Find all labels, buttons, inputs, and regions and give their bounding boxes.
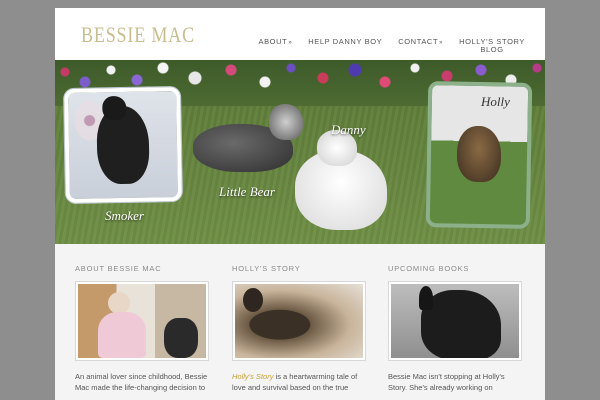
nav-item-hollys-story-blog[interactable]: HOLLY'S STORY BLOG	[459, 38, 525, 54]
nav-item-blog-label: BLOG	[480, 45, 504, 54]
little-bear-label: Little Bear	[219, 184, 275, 199]
hero-banner: Smoker Little Bear Danny Holly	[55, 60, 545, 244]
upcoming-books-dog	[421, 290, 501, 358]
holly-closeup-photo[interactable]	[232, 281, 366, 361]
column-about-text: An animal lover since childhood, Bessie …	[75, 372, 208, 392]
bessie-mac-body	[98, 312, 146, 358]
nav-item-contact[interactable]: CONTACT»	[398, 38, 443, 54]
column-hollys-story-title: HOLLY'S STORY	[232, 264, 301, 273]
column-hollys-story: HOLLY'S STORY Holly's Story is a heartwa…	[232, 264, 366, 393]
column-hollys-story-text: Holly's Story is a heartwarming tale of …	[232, 371, 366, 393]
nav-item-help-danny-boy-label: HELP DANNY BOY	[308, 37, 383, 46]
bessie-mac-head	[108, 292, 130, 314]
holly-label: Holly	[481, 94, 510, 109]
upcoming-books-photo[interactable]	[388, 281, 522, 361]
content-columns: ABOUT BESSIE MAC An animal lover since c…	[55, 244, 545, 400]
main-nav: ABOUT» HELP DANNY BOY CONTACT» HOLLY'S S…	[258, 38, 525, 54]
column-about-title: ABOUT BESSIE MAC	[75, 264, 162, 273]
column-upcoming-books-title: UPCOMING BOOKS	[388, 264, 470, 273]
upcoming-books-dog-ear	[419, 286, 433, 310]
column-about: ABOUT BESSIE MAC An animal lover since c…	[75, 264, 209, 393]
smoker-dog-head	[102, 95, 127, 121]
site-logo[interactable]: BESSIE MAC	[81, 22, 195, 48]
column-upcoming-books-text: Bessie Mac isn't stopping at Holly's Sto…	[388, 372, 505, 392]
smoker-photo-frame	[64, 86, 182, 204]
danny-label: Danny	[331, 122, 366, 137]
nav-item-contact-label: CONTACT	[398, 37, 439, 46]
submenu-chevron-icon: »	[439, 40, 444, 46]
little-bear-dog-head	[269, 104, 303, 140]
site-header: BESSIE MAC ABOUT» HELP DANNY BOY CONTACT…	[55, 8, 545, 60]
nav-item-help-danny-boy[interactable]: HELP DANNY BOY	[308, 38, 382, 54]
nav-item-about-label: ABOUT	[258, 37, 288, 46]
smoker-label: Smoker	[105, 208, 144, 223]
bessie-mac-photo[interactable]	[75, 281, 209, 361]
page-container: BESSIE MAC ABOUT» HELP DANNY BOY CONTACT…	[55, 8, 545, 400]
bessie-mac-dog	[164, 318, 198, 358]
holly-closeup-ear	[243, 288, 263, 312]
column-upcoming-books: UPCOMING BOOKS Bessie Mac isn't stopping…	[388, 264, 522, 393]
nav-item-about[interactable]: ABOUT»	[258, 38, 292, 54]
submenu-chevron-icon: »	[288, 40, 293, 46]
holly-dog	[456, 125, 502, 183]
hollys-story-link[interactable]: Holly's Story	[232, 372, 273, 381]
holly-photo-frame	[425, 81, 533, 229]
